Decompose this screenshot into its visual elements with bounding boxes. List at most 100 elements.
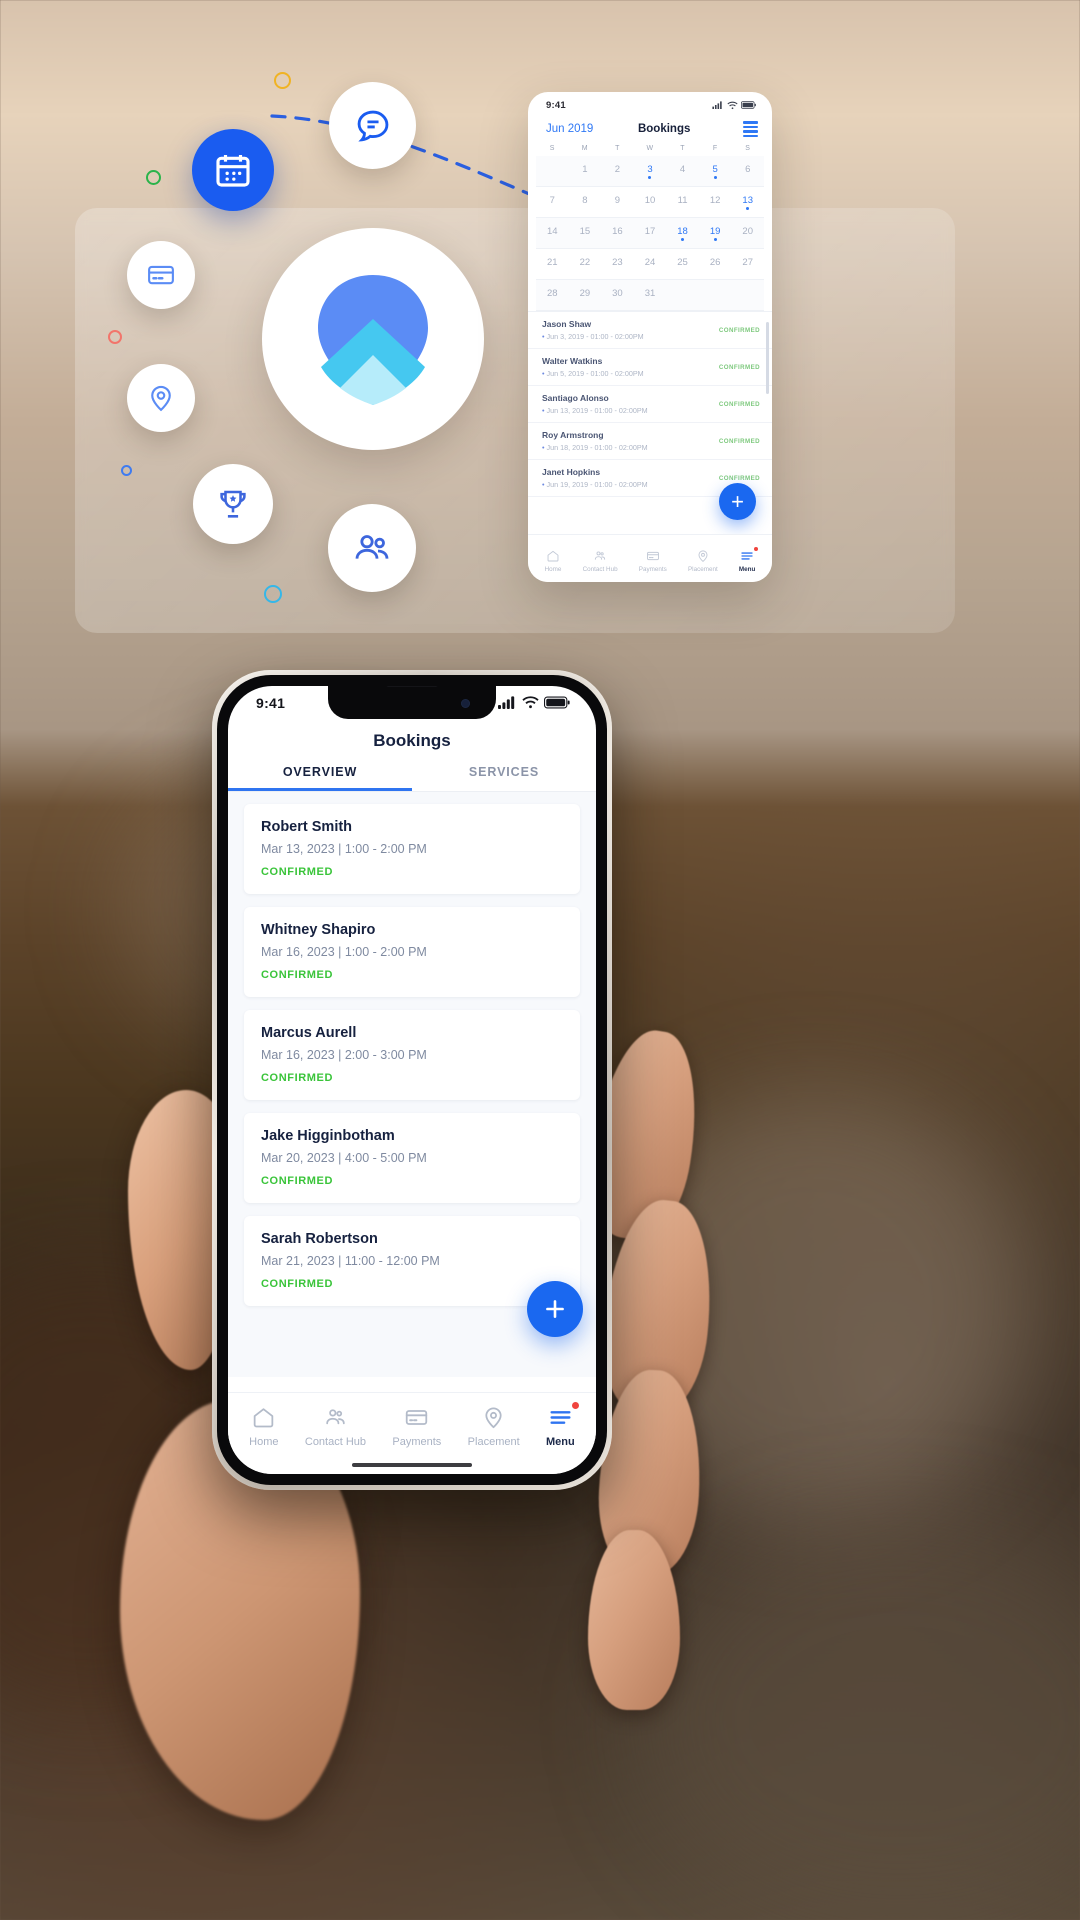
mini-calendar-day[interactable]: 18 — [666, 218, 699, 248]
mini-calendar-day[interactable]: 8 — [569, 187, 602, 217]
mini-booking-row[interactable]: Jason Shaw • Jun 3, 2019 - 01:00 - 02:00P… — [528, 312, 772, 350]
mini-calendar-day[interactable]: 21 — [536, 249, 569, 279]
battery-icon — [741, 101, 756, 109]
booking-status-badge: CONFIRMED — [261, 866, 334, 878]
hamburger-menu-icon — [550, 1411, 571, 1424]
mini-calendar-day[interactable]: 25 — [666, 249, 699, 279]
orb-calendar[interactable] — [192, 129, 274, 211]
mini-calendar-day[interactable]: 27 — [731, 249, 764, 279]
mini-calendar-day[interactable]: 9 — [601, 187, 634, 217]
mini-calendar-day[interactable]: 15 — [569, 218, 602, 248]
mini-calendar-day-number: 19 — [709, 225, 721, 237]
phone-bezel: 9:41 Bookings OVERVIEW SERVICES Robert S… — [217, 675, 607, 1485]
mini-booking-info: Santiago Alonso • Jun 13, 2019 - 01:00 - … — [542, 393, 648, 415]
mini-calendar-day[interactable]: 28 — [536, 280, 569, 310]
booking-card[interactable]: Whitney Shapiro Mar 16, 2023 | 1:00 - 2:0… — [244, 907, 580, 997]
home-icon — [547, 550, 559, 562]
tabs-bar[interactable]: OVERVIEW SERVICES — [228, 755, 596, 791]
mini-calendar-day[interactable]: 7 — [536, 187, 569, 217]
mini-calendar-day[interactable]: 12 — [699, 187, 732, 217]
mini-booking-row[interactable]: Roy Armstrong • Jun 18, 2019 - 01:00 - 02… — [528, 423, 772, 461]
mini-calendar-day[interactable]: 4 — [666, 156, 699, 186]
mini-calendar-day[interactable]: 16 — [601, 218, 634, 248]
bottom-nav[interactable]: Home Contact Hub Payments Placement Menu — [228, 1392, 596, 1474]
mini-nav-item-contact-hub[interactable]: Contact Hub — [583, 549, 618, 573]
cellular-signal-icon — [712, 101, 722, 109]
mini-booking-meta: • Jun 18, 2019 - 01:00 - 02:00PM — [542, 443, 648, 453]
mini-calendar-day[interactable]: 5 — [699, 156, 732, 186]
nav-item-contact-hub[interactable]: Contact Hub — [305, 1405, 366, 1448]
orb-contacts[interactable] — [328, 504, 416, 592]
orb-trophy[interactable] — [193, 464, 273, 544]
mini-calendar-day-number: 4 — [679, 163, 686, 175]
mini-bottom-nav[interactable]: Home Contact Hub Payments Placement Menu — [528, 534, 772, 582]
booking-name: Sarah Robertson — [261, 1231, 378, 1247]
add-booking-fab[interactable] — [527, 1281, 583, 1337]
mini-calendar-event-dot — [746, 269, 749, 272]
orb-placement[interactable] — [127, 364, 195, 432]
orb-payments[interactable] — [127, 241, 195, 309]
mini-calendar-event-dot — [681, 176, 684, 179]
mini-calendar-grid[interactable]: 1 2 3 4 5 6 7 8 9 10 11 12 13 14 15 16 17 18 19 20 21 22 23 24 2… — [528, 156, 772, 312]
nav-item-home[interactable]: Home — [249, 1405, 279, 1448]
credit-card-icon — [646, 551, 659, 561]
mini-calendar-event-dot — [616, 176, 619, 179]
mini-calendar-day[interactable]: 11 — [666, 187, 699, 217]
mini-booking-name: Jason Shaw — [542, 319, 592, 330]
mini-calendar-event-dot — [714, 269, 717, 272]
mini-calendar-day[interactable]: 22 — [569, 249, 602, 279]
mini-day-initial: M — [581, 145, 588, 153]
mini-calendar-day[interactable]: 13 — [731, 187, 764, 217]
mini-calendar-day[interactable]: 17 — [634, 218, 667, 248]
mini-day-initial: S — [745, 145, 751, 153]
mini-calendar-day[interactable]: 3 — [634, 156, 667, 186]
mini-calendar-day[interactable]: 6 — [731, 156, 764, 186]
booking-card[interactable]: Marcus Aurell Mar 16, 2023 | 2:00 - 3:00 … — [244, 1010, 580, 1100]
mini-calendar-day[interactable]: 29 — [569, 280, 602, 310]
mini-page-title: Bookings — [637, 123, 691, 136]
decorative-ring-cyan — [264, 585, 282, 603]
mini-calendar-day[interactable]: 26 — [699, 249, 732, 279]
mini-calendar-day[interactable]: 20 — [731, 218, 764, 248]
list-view-icon[interactable] — [743, 121, 758, 138]
booking-card[interactable]: Robert Smith Mar 13, 2023 | 1:00 - 2:00 P… — [244, 804, 580, 894]
mini-add-booking-fab[interactable]: + — [719, 483, 756, 520]
nav-item-menu[interactable]: Menu — [546, 1402, 579, 1448]
mini-calendar-day[interactable]: 2 — [601, 156, 634, 186]
mini-booking-name: Roy Armstrong — [542, 430, 604, 441]
mini-booking-meta: • Jun 5, 2019 - 01:00 - 02:00PM — [542, 369, 644, 379]
decorative-ring-green — [146, 170, 161, 185]
mini-nav-item-home[interactable]: Home — [545, 549, 561, 573]
nav-item-payments[interactable]: Payments — [392, 1405, 441, 1448]
booking-card[interactable]: Sarah Robertson Mar 21, 2023 | 11:00 - 12… — [244, 1216, 580, 1306]
booking-card[interactable]: Jake Higginbotham Mar 20, 2023 | 4:00 - 5… — [244, 1113, 580, 1203]
hamburger-menu-icon — [741, 552, 753, 560]
mini-booking-row[interactable]: Santiago Alonso • Jun 13, 2019 - 01:00 - … — [528, 386, 772, 424]
mini-calendar-day[interactable]: 23 — [601, 249, 634, 279]
mini-calendar-event-dot — [551, 238, 554, 241]
mini-nav-item-menu[interactable]: Menu — [739, 547, 759, 573]
mini-booking-meta: • Jun 13, 2019 - 01:00 - 02:00PM — [542, 406, 648, 416]
mini-calendar-day[interactable]: 10 — [634, 187, 667, 217]
mini-calendar-event-dot — [746, 176, 749, 179]
mini-calendar-day[interactable]: 14 — [536, 218, 569, 248]
mini-booking-row[interactable]: Walter Watkins • Jun 5, 2019 - 01:00 - 02… — [528, 349, 772, 387]
mini-calendar-day[interactable]: 1 — [569, 156, 602, 186]
mini-calendar-day[interactable]: 24 — [634, 249, 667, 279]
nav-item-placement[interactable]: Placement — [468, 1405, 520, 1448]
nav-item-label: Menu — [546, 1436, 575, 1448]
scrollbar-thumb[interactable] — [766, 322, 769, 395]
mini-calendar-day[interactable]: 31 — [634, 280, 667, 310]
mini-bookings-list[interactable]: Jason Shaw • Jun 3, 2019 - 01:00 - 02:00P… — [528, 311, 772, 498]
mini-calendar-day[interactable]: 19 — [699, 218, 732, 248]
mini-calendar-day[interactable]: 30 — [601, 280, 634, 310]
mini-nav-item-payments[interactable]: Payments — [639, 549, 667, 573]
tab-services[interactable]: SERVICES — [412, 765, 596, 791]
orb-chat[interactable] — [329, 82, 416, 169]
hero-frosted-card — [75, 208, 955, 633]
mini-calendar-day-number: 25 — [677, 256, 688, 268]
bookings-list[interactable]: Robert Smith Mar 13, 2023 | 1:00 - 2:00 P… — [228, 792, 596, 1377]
mini-nav-item-placement[interactable]: Placement — [688, 549, 718, 573]
mini-calendar-event-dot — [681, 269, 684, 272]
booking-datetime: Mar 16, 2023 | 2:00 - 3:00 PM — [261, 1048, 427, 1062]
